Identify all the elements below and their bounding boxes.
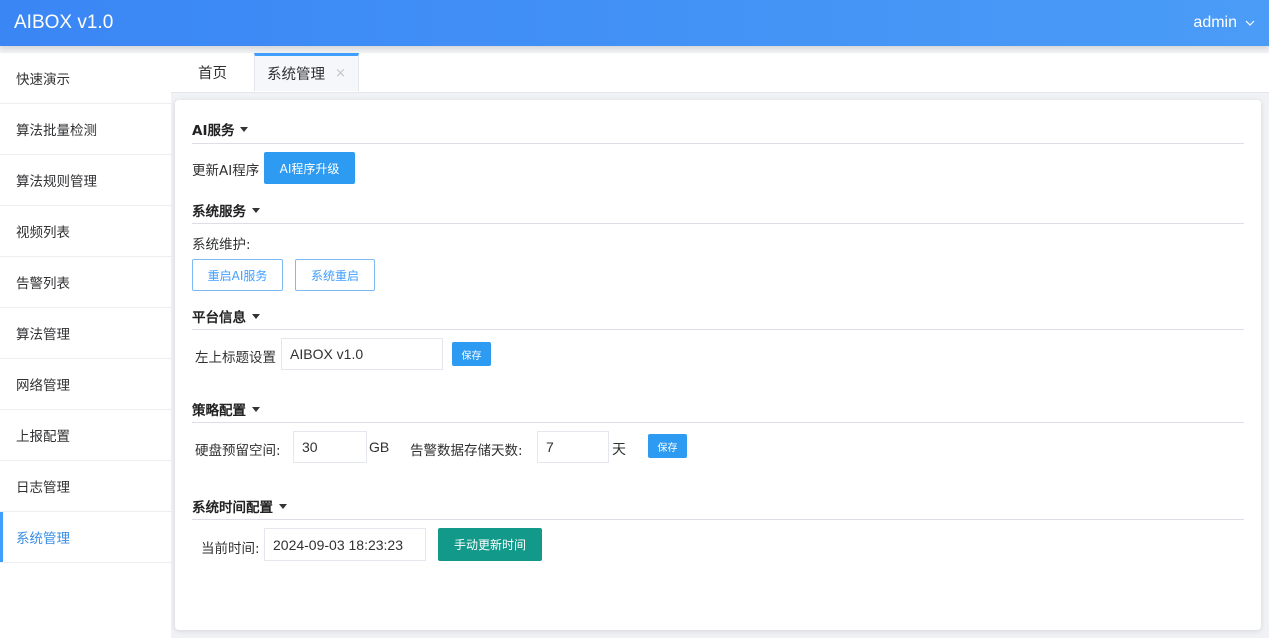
sidebar-item-alarm-list[interactable]: 告警列表 <box>0 257 171 308</box>
chevron-down-icon <box>1245 20 1255 26</box>
current-time-input[interactable]: 2024-09-03 18:23:23 <box>264 528 426 561</box>
save-policy-button[interactable]: 保存 <box>648 434 687 458</box>
title-input[interactable]: AIBOX v1.0 <box>281 338 443 370</box>
close-icon[interactable]: × <box>335 66 346 81</box>
sidebar-item-report-config[interactable]: 上报配置 <box>0 410 171 461</box>
section-title-text: 策略配置 <box>192 403 246 419</box>
user-menu[interactable]: admin <box>1193 14 1255 32</box>
divider <box>192 422 1244 423</box>
sidebar-item-label: 网络管理 <box>16 378 70 394</box>
sidebar-item-label: 视频列表 <box>16 225 70 241</box>
tab-bar: 首页 系统管理 × <box>171 53 1269 93</box>
sidebar-item-quick-demo[interactable]: 快速演示 <box>0 53 171 104</box>
sidebar-item-rule-management[interactable]: 算法规则管理 <box>0 155 171 206</box>
section-title-text: 系统时间配置 <box>192 500 273 516</box>
section-system-service[interactable]: 系统服务 <box>192 200 260 220</box>
sidebar-item-label: 系统管理 <box>16 531 70 547</box>
sidebar-item-video-list[interactable]: 视频列表 <box>0 206 171 257</box>
current-time-label: 当前时间: <box>201 541 260 557</box>
sidebar-item-label: 上报配置 <box>16 429 70 445</box>
caret-down-icon <box>240 126 249 132</box>
title-setting-label: 左上标题设置 <box>195 350 276 366</box>
update-ai-label: 更新AI程序 <box>192 163 260 179</box>
sidebar-item-system-management[interactable]: 系统管理 <box>0 512 171 563</box>
sidebar-item-label: 日志管理 <box>16 480 70 496</box>
section-title-text: 系统服务 <box>192 204 246 220</box>
sidebar: 快速演示 算法批量检测 算法规则管理 视频列表 告警列表 算法管理 网络管理 上… <box>0 53 171 638</box>
divider <box>192 223 1244 224</box>
sidebar-item-label: 算法批量检测 <box>16 123 97 139</box>
restart-ai-button[interactable]: 重启AI服务 <box>192 259 283 291</box>
save-title-button[interactable]: 保存 <box>452 342 491 366</box>
tab-system-management[interactable]: 系统管理 × <box>254 53 359 91</box>
section-policy[interactable]: 策略配置 <box>192 399 260 419</box>
sidebar-item-label: 算法规则管理 <box>16 174 97 190</box>
ai-upgrade-button[interactable]: AI程序升级 <box>264 152 355 184</box>
sidebar-item-label: 算法管理 <box>16 327 70 343</box>
sidebar-item-batch-detection[interactable]: 算法批量检测 <box>0 104 171 155</box>
sidebar-item-label: 快速演示 <box>16 72 70 88</box>
top-bar: AIBOX v1.0 admin <box>0 0 1269 46</box>
sidebar-item-log-management[interactable]: 日志管理 <box>0 461 171 512</box>
manual-update-time-button[interactable]: 手动更新时间 <box>438 528 542 561</box>
sidebar-item-label: 告警列表 <box>16 276 70 292</box>
app-title: AIBOX v1.0 <box>14 12 114 33</box>
section-ai-service[interactable]: AI服务 <box>192 119 249 139</box>
user-name: admin <box>1193 14 1237 31</box>
tab-home[interactable]: 首页 <box>198 53 227 91</box>
alarm-days-label: 告警数据存储天数: <box>410 443 523 459</box>
tab-label: 首页 <box>198 65 227 82</box>
caret-down-icon <box>252 406 260 412</box>
sidebar-item-network-management[interactable]: 网络管理 <box>0 359 171 410</box>
disk-reserve-input[interactable]: 30 <box>293 431 367 463</box>
system-management-panel: AI服务 更新AI程序 AI程序升级 系统服务 系统维护: 重启AI服务 系统重… <box>175 100 1261 630</box>
divider <box>192 143 1244 144</box>
tab-label: 系统管理 <box>267 67 325 83</box>
divider <box>192 329 1244 330</box>
sidebar-item-algorithm-management[interactable]: 算法管理 <box>0 308 171 359</box>
disk-reserve-label: 硬盘预留空间: <box>195 443 281 459</box>
maintenance-label: 系统维护: <box>192 237 251 253</box>
divider <box>192 519 1244 520</box>
section-platform-info[interactable]: 平台信息 <box>192 306 260 326</box>
disk-unit: GB <box>369 439 390 455</box>
section-system-time[interactable]: 系统时间配置 <box>192 496 287 516</box>
caret-down-icon <box>252 207 260 213</box>
section-title-text: AI服务 <box>192 123 235 139</box>
caret-down-icon <box>252 313 260 319</box>
system-reboot-button[interactable]: 系统重启 <box>295 259 375 291</box>
caret-down-icon <box>279 503 287 509</box>
section-title-text: 平台信息 <box>192 310 246 326</box>
alarm-days-input[interactable]: 7 <box>537 431 609 463</box>
days-unit: 天 <box>612 441 626 457</box>
